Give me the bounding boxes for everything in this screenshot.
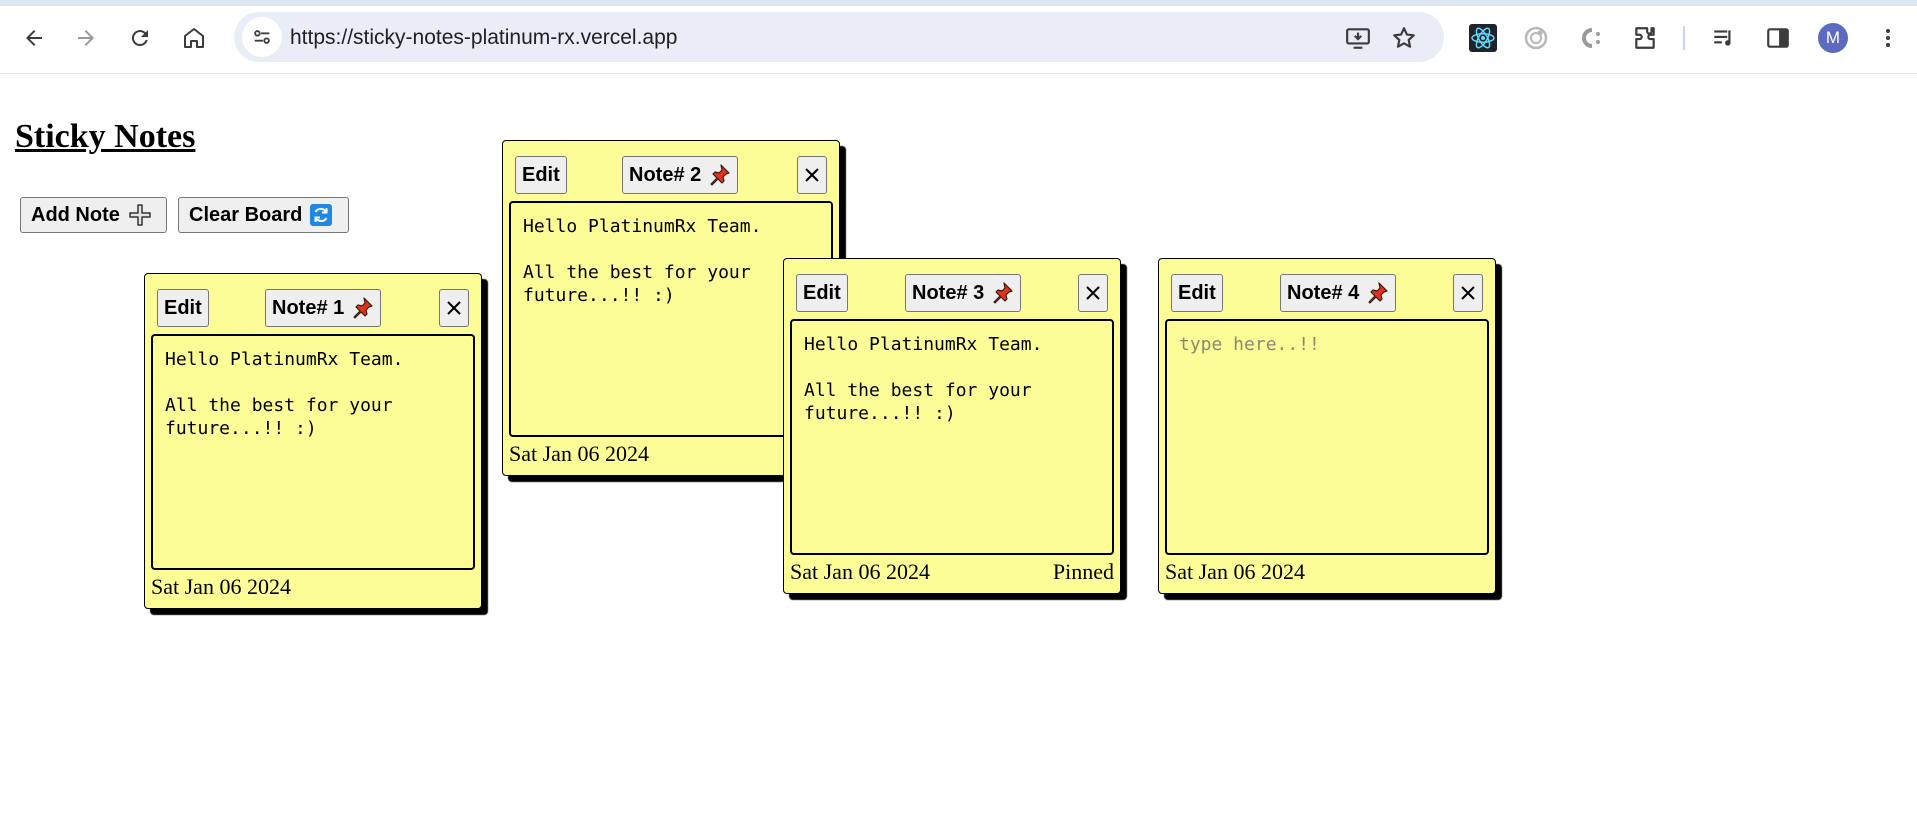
toolbar-separator — [1683, 26, 1685, 50]
side-panel-icon — [1767, 28, 1789, 48]
bookmark-star-icon — [1393, 27, 1415, 48]
clear-board-button[interactable]: Clear Board — [178, 197, 349, 233]
refresh-icon — [310, 204, 333, 226]
note-textarea[interactable]: Hello PlatinumRx Team. All the best for … — [151, 334, 475, 570]
note-pin-button[interactable]: Note# 3 — [905, 274, 1022, 312]
note-textarea[interactable]: type here..!! — [1165, 319, 1489, 555]
back-button[interactable] — [14, 18, 54, 58]
note-textarea[interactable]: Hello PlatinumRx Team. All the best for … — [790, 319, 1114, 555]
reload-icon — [131, 30, 148, 47]
note-edit-button[interactable]: Edit — [796, 274, 848, 312]
forward-button[interactable] — [66, 18, 106, 58]
side-panel-button[interactable] — [1760, 20, 1796, 56]
bookmark-button[interactable] — [1388, 22, 1420, 54]
pushpin-icon — [350, 296, 374, 320]
page-title: Sticky Notes — [15, 118, 196, 155]
close-icon — [1461, 286, 1475, 300]
sticky-note[interactable]: Edit Note# 1 Hello PlatinumRx Team. All … — [144, 273, 482, 609]
note-edit-button[interactable]: Edit — [515, 156, 567, 194]
sticky-note[interactable]: Edit Note# 3 Hello PlatinumRx Team. All … — [783, 258, 1121, 594]
react-devtools-icon — [1469, 24, 1497, 52]
add-note-button[interactable]: Add Note — [20, 197, 167, 233]
extension-icon — [1524, 26, 1548, 50]
note-date: Sat Jan 06 2024 — [790, 559, 930, 584]
extensions-menu-button[interactable] — [1627, 20, 1663, 56]
note-edit-button[interactable]: Edit — [157, 289, 209, 327]
home-icon — [184, 28, 204, 48]
site-info-icon — [254, 30, 270, 44]
install-app-icon — [1346, 28, 1370, 49]
home-button[interactable] — [174, 18, 214, 58]
note-title: Note# 2 — [629, 163, 702, 186]
note-date: Sat Jan 06 2024 — [509, 441, 649, 466]
note-pin-button[interactable]: Note# 1 — [265, 289, 382, 327]
close-icon — [805, 168, 819, 182]
media-controls-button[interactable] — [1706, 20, 1742, 56]
add-note-label: Add Note — [31, 203, 120, 226]
note-pin-button[interactable]: Note# 2 — [622, 156, 739, 194]
back-icon — [26, 30, 42, 46]
note-close-button[interactable] — [1453, 274, 1483, 312]
pushpin-icon — [707, 163, 731, 187]
note-close-button[interactable] — [797, 156, 827, 194]
note-close-button[interactable] — [1078, 274, 1108, 312]
forward-icon — [78, 30, 94, 46]
close-icon — [447, 301, 461, 315]
extensions-puzzle-icon — [1635, 27, 1655, 49]
tab-strip-edge — [0, 0, 1917, 6]
more-menu-icon — [1886, 29, 1890, 47]
note-title: Note# 3 — [912, 281, 985, 304]
close-icon — [1086, 286, 1100, 300]
react-devtools-extension[interactable] — [1465, 20, 1501, 56]
plus-icon — [128, 203, 152, 227]
url-text[interactable]: https://sticky-notes-platinum-rx.vercel.… — [290, 26, 677, 50]
note-pin-button[interactable]: Note# 4 — [1280, 274, 1397, 312]
media-controls-icon — [1714, 30, 1731, 46]
sticky-note[interactable]: Edit Note# 4 type here..!! Sat Jan 06 20… — [1158, 258, 1496, 594]
address-bar[interactable]: https://sticky-notes-platinum-rx.vercel.… — [234, 12, 1444, 62]
profile-avatar[interactable]: M — [1818, 23, 1848, 53]
note-edit-button[interactable]: Edit — [1171, 274, 1223, 312]
reload-button[interactable] — [120, 18, 160, 58]
more-menu-button[interactable] — [1870, 20, 1906, 56]
note-title: Note# 4 — [1287, 281, 1360, 304]
note-date: Sat Jan 06 2024 — [1165, 559, 1305, 584]
extension-icon — [1582, 28, 1600, 48]
site-info-button[interactable] — [242, 17, 282, 57]
pushpin-icon — [990, 281, 1014, 305]
note-close-button[interactable] — [439, 289, 469, 327]
extension-button-1[interactable] — [1518, 20, 1554, 56]
note-date: Sat Jan 06 2024 — [151, 574, 291, 599]
browser-toolbar: https://sticky-notes-platinum-rx.vercel.… — [0, 0, 1917, 74]
install-app-button[interactable] — [1342, 22, 1374, 54]
pinned-status: Pinned — [1052, 559, 1114, 584]
clear-board-label: Clear Board — [189, 203, 303, 226]
extension-button-2[interactable] — [1572, 20, 1608, 56]
pushpin-icon — [1365, 281, 1389, 305]
note-title: Note# 1 — [272, 296, 345, 319]
